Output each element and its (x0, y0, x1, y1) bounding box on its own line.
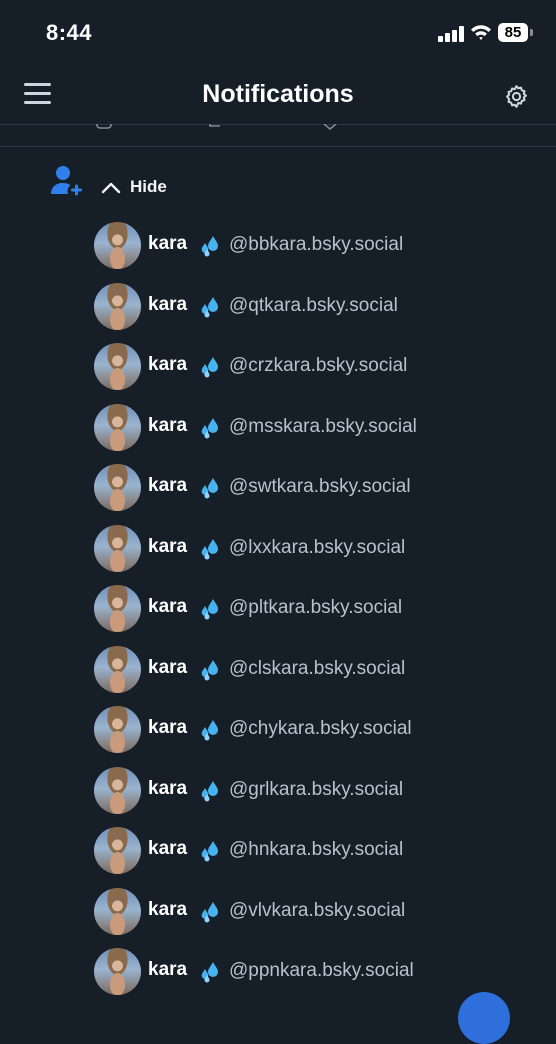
sweat-droplets-icon (201, 659, 218, 680)
sweat-droplets-icon (201, 296, 218, 317)
battery-tip (530, 29, 533, 36)
previous-post-actions (0, 124, 556, 147)
follower-row[interactable]: kara @vlvkara.bsky.social (0, 881, 556, 942)
user-handle: @hnkara.bsky.social (229, 839, 404, 860)
follower-row[interactable]: kara @chykara.bsky.social (0, 699, 556, 760)
user-handle: @ppnkara.bsky.social (229, 960, 414, 981)
cellular-signal-icon (438, 26, 464, 42)
avatar[interactable] (94, 343, 141, 390)
sweat-droplets-icon (201, 478, 218, 499)
display-name: kara (148, 959, 188, 980)
avatar[interactable] (94, 222, 141, 269)
user-handle: @bbkara.bsky.social (229, 234, 404, 255)
like-icon[interactable] (322, 124, 338, 130)
follower-row[interactable]: kara @hnkara.bsky.social (0, 820, 556, 881)
hide-followers-toggle[interactable]: Hide (100, 174, 167, 200)
sweat-droplets-icon (201, 599, 218, 620)
follower-row[interactable]: kara @clskara.bsky.social (0, 639, 556, 700)
repost-icon[interactable] (208, 124, 224, 130)
avatar[interactable] (94, 282, 141, 330)
battery-indicator: 85 (498, 23, 528, 42)
avatar[interactable] (94, 706, 141, 753)
display-name: kara (148, 354, 188, 375)
display-name: kara (148, 717, 188, 738)
user-handle: @qtkara.bsky.social (229, 294, 398, 316)
display-name: kara (148, 898, 188, 920)
person-add-icon (51, 166, 82, 196)
user-handle: @lxxkara.bsky.social (229, 536, 406, 558)
chevron-up-icon (101, 182, 121, 194)
user-handle: @swtkara.bsky.social (229, 476, 411, 497)
sweat-droplets-icon (201, 538, 218, 559)
display-name: kara (148, 233, 188, 254)
follower-row[interactable]: kara @crzkara.bsky.social (0, 336, 556, 397)
follower-row[interactable]: kara @ppnkara.bsky.social (0, 941, 556, 1002)
sweat-droplets-icon (201, 780, 218, 801)
follower-row[interactable]: kara @qtkara.bsky.social (0, 276, 556, 337)
wifi-icon (471, 25, 491, 40)
follower-row[interactable]: kara @swtkara.bsky.social (0, 457, 556, 518)
display-name: kara (148, 777, 188, 799)
user-handle: @pltkara.bsky.social (229, 597, 403, 618)
follower-row[interactable]: kara @grlkara.bsky.social (0, 760, 556, 821)
user-handle: @chykara.bsky.social (229, 718, 412, 739)
avatar[interactable] (94, 766, 141, 814)
sweat-droplets-icon (201, 417, 218, 438)
display-name: kara (148, 656, 188, 678)
status-time: 8:44 (46, 20, 93, 45)
avatar[interactable] (94, 403, 141, 451)
user-handle: @grlkara.bsky.social (229, 778, 404, 800)
display-name: kara (148, 838, 188, 859)
display-name: kara (148, 475, 188, 496)
avatar[interactable] (94, 524, 141, 572)
user-handle: @vlvkara.bsky.social (229, 899, 406, 921)
page-title: Notifications (202, 80, 354, 108)
status-bar: 8:44 85 (0, 0, 556, 64)
display-name: kara (148, 414, 188, 436)
avatar[interactable] (94, 948, 141, 995)
follower-row[interactable]: kara @lxxkara.bsky.social (0, 518, 556, 579)
avatar[interactable] (94, 887, 141, 935)
hide-label: Hide (130, 177, 167, 196)
follower-row[interactable]: kara @bbkara.bsky.social (0, 215, 556, 276)
follower-row[interactable]: kara @pltkara.bsky.social (0, 578, 556, 639)
sweat-droplets-icon (201, 901, 218, 922)
avatar[interactable] (94, 645, 141, 693)
display-name: kara (148, 535, 188, 557)
settings-gear-icon[interactable] (503, 83, 530, 110)
avatar[interactable] (94, 827, 141, 874)
sweat-droplets-icon (201, 720, 218, 741)
reply-icon[interactable] (96, 124, 112, 130)
follower-row[interactable]: kara @msskara.bsky.social (0, 397, 556, 458)
avatar[interactable] (94, 585, 141, 632)
sweat-droplets-icon (201, 357, 218, 378)
user-handle: @crzkara.bsky.social (229, 355, 408, 376)
sweat-droplets-icon (201, 962, 218, 983)
sweat-droplets-icon (201, 841, 218, 862)
sweat-droplets-icon (201, 236, 218, 257)
avatar[interactable] (94, 464, 141, 511)
user-handle: @clskara.bsky.social (229, 657, 406, 679)
display-name: kara (148, 293, 188, 315)
display-name: kara (148, 596, 188, 617)
top-app-bar: Notifications (0, 64, 556, 125)
follower-list: kara @bbkara.bsky.social kara @qtkara.bsky.… (0, 215, 556, 1002)
user-handle: @msskara.bsky.social (229, 415, 417, 437)
